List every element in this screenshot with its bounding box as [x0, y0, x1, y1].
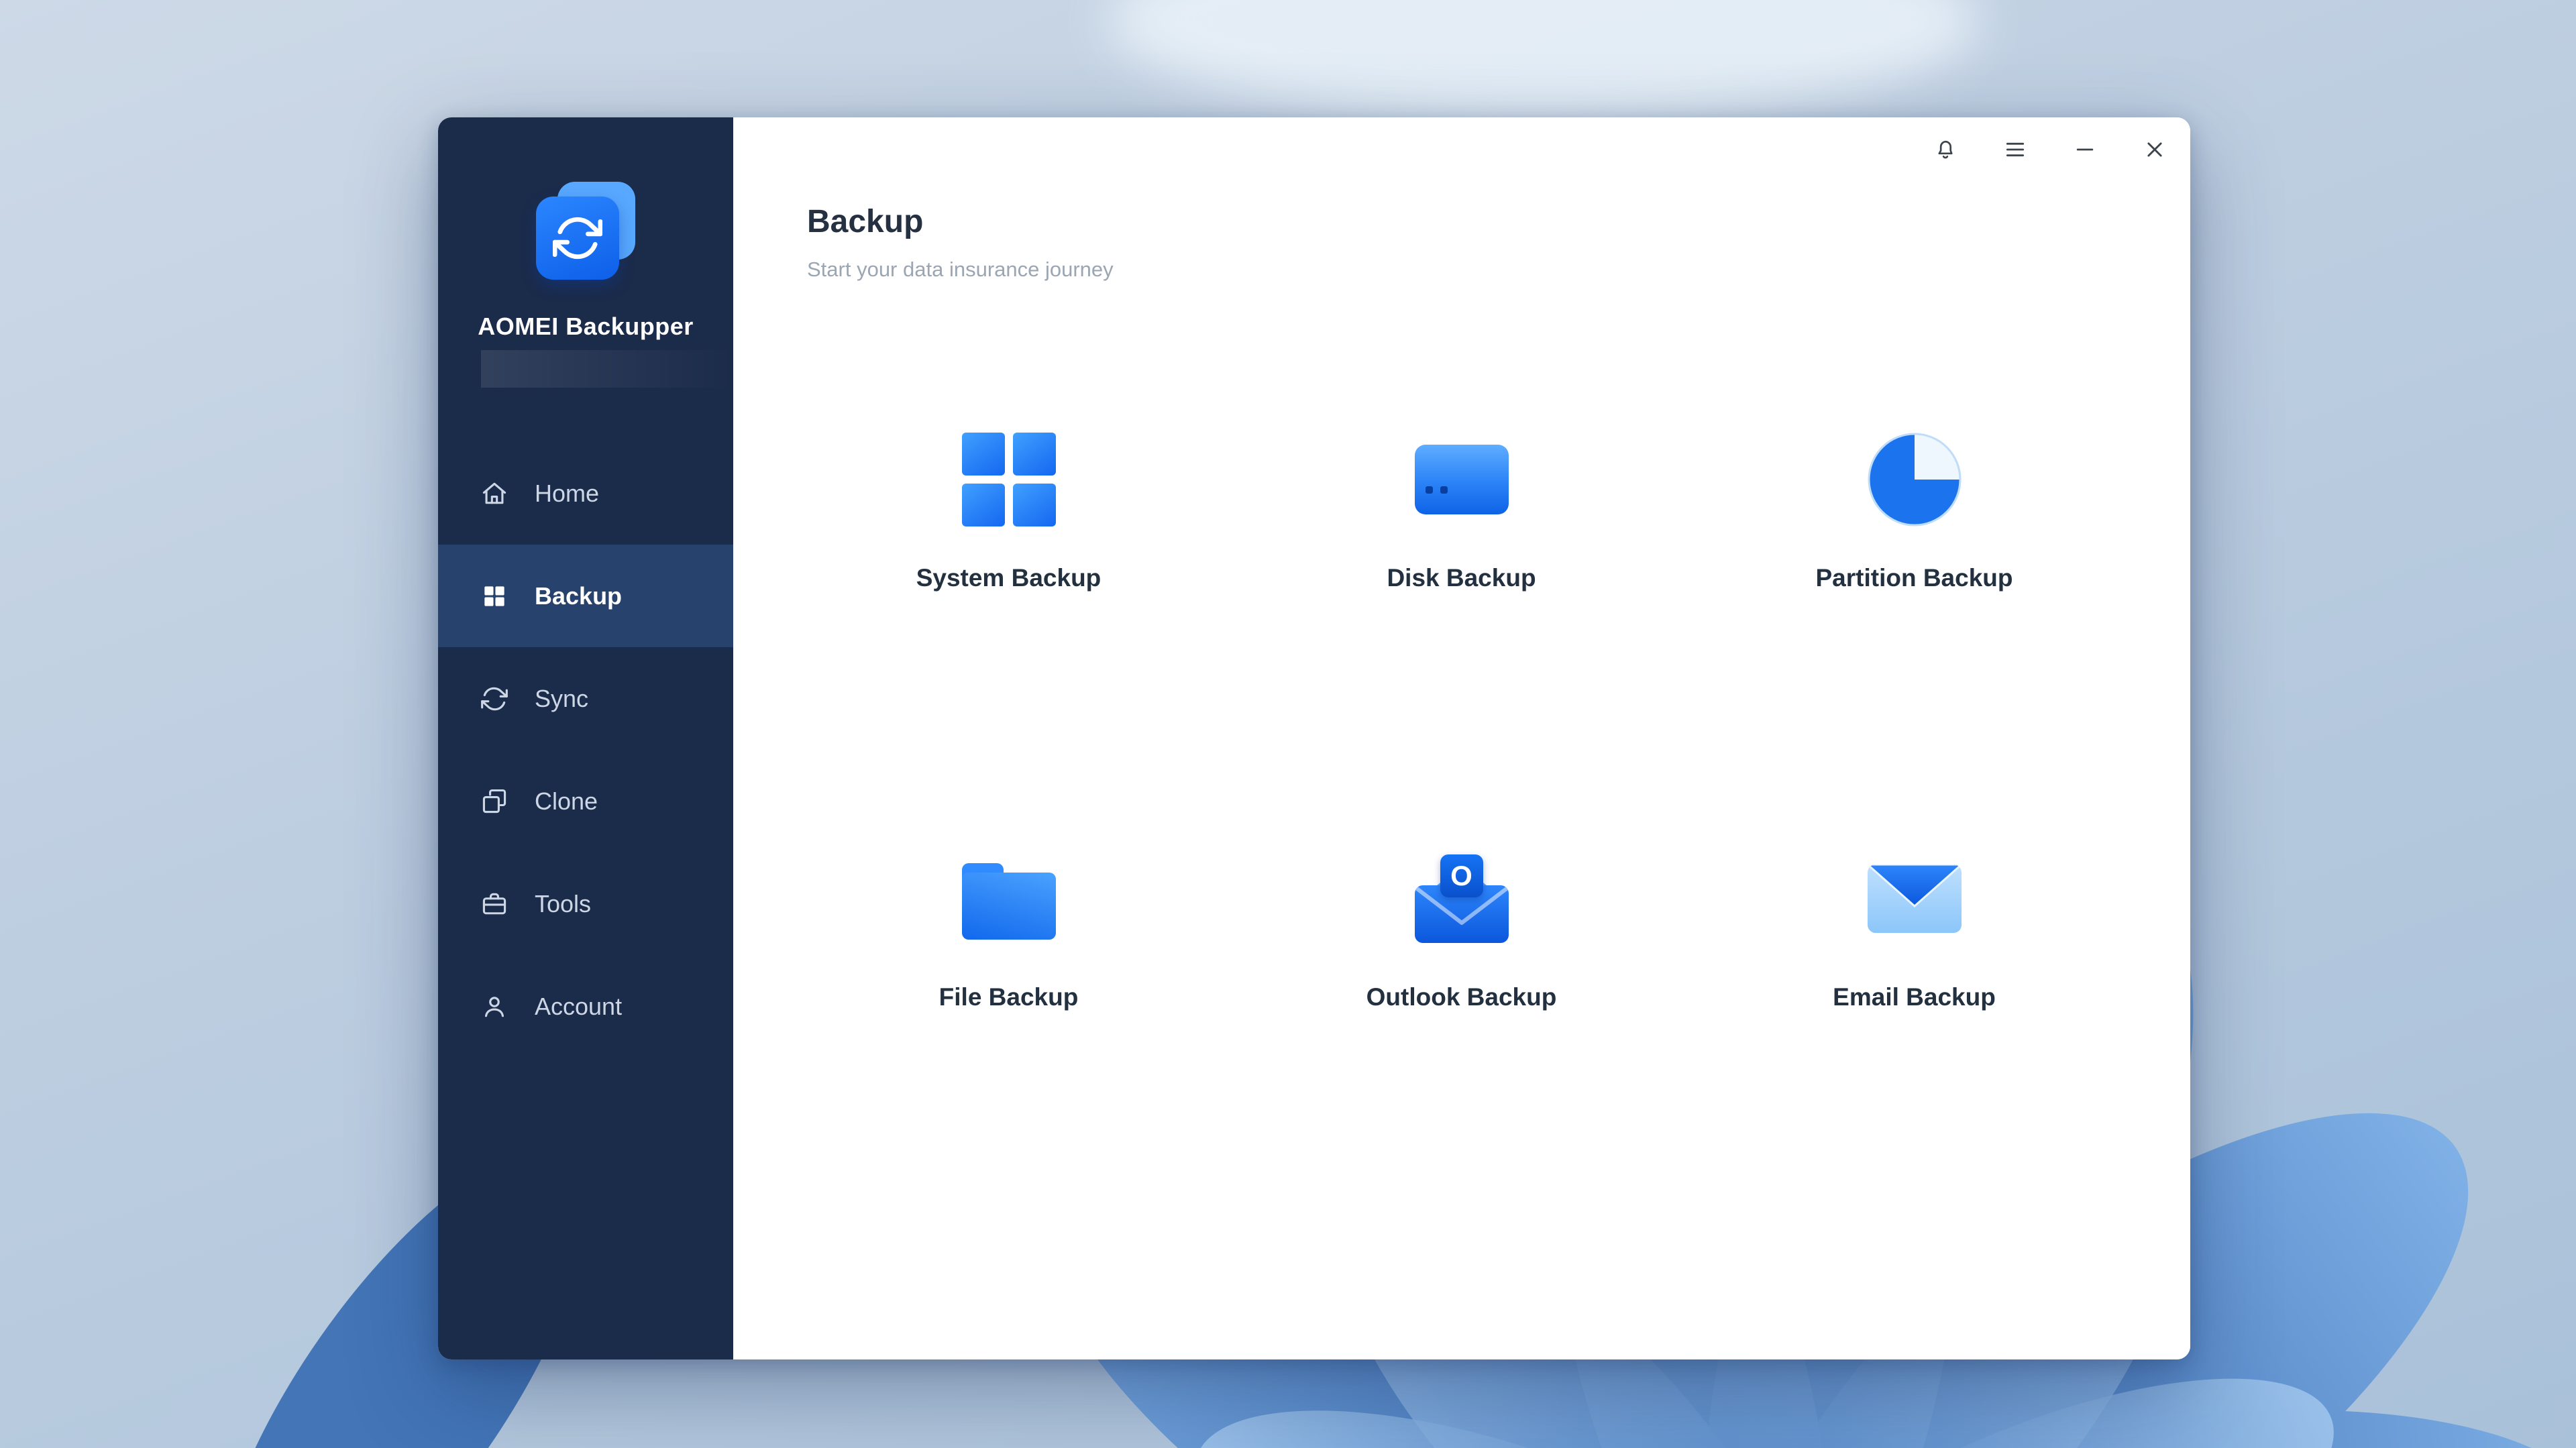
backup-option-email[interactable]: Email Backup [1688, 852, 2141, 1271]
home-icon [480, 479, 509, 508]
email-backup-icon [1867, 852, 1962, 946]
main-content: Backup Start your data insurance journey… [733, 117, 2190, 1359]
sidebar-item-home[interactable]: Home [438, 442, 733, 545]
backup-option-label: Disk Backup [1387, 564, 1536, 592]
minimize-icon [2072, 136, 2098, 166]
account-icon [480, 992, 509, 1021]
sidebar-item-label: Backup [535, 581, 623, 610]
menu-icon [2002, 136, 2029, 166]
sidebar-item-tools[interactable]: Tools [438, 852, 733, 955]
page-header: Backup Start your data insurance journey [807, 203, 1114, 282]
backup-option-label: Outlook Backup [1366, 983, 1557, 1011]
disk-backup-icon [1414, 433, 1509, 526]
tools-icon [480, 889, 509, 919]
desktop: { "app": { "name": "AOMEI Backupper" }, … [0, 0, 2576, 1448]
app-window: AOMEI Backupper Home Backup Sync Clone T… [438, 117, 2190, 1359]
sidebar-nav: Home Backup Sync Clone Tools Account [438, 442, 733, 1058]
sidebar-item-label: Clone [535, 787, 598, 815]
sidebar-item-backup[interactable]: Backup [438, 545, 733, 647]
app-logo [532, 182, 639, 296]
sync-icon [480, 684, 509, 714]
backup-icon [480, 581, 509, 611]
backup-option-label: File Backup [938, 983, 1079, 1011]
notification-bell-icon [1932, 136, 1959, 166]
page-title: Backup [807, 204, 924, 239]
backup-option-label: Email Backup [1833, 983, 1996, 1011]
logo-sync-icon [536, 197, 619, 280]
outlook-backup-icon: O [1414, 852, 1509, 946]
backup-option-label: System Backup [916, 564, 1102, 592]
sidebar-item-label: Sync [535, 684, 589, 712]
backup-option-system[interactable]: System Backup [782, 433, 1235, 852]
logo-highlight [481, 350, 733, 388]
system-backup-icon [961, 433, 1056, 526]
notification-bell-button[interactable] [1930, 135, 1961, 166]
close-button[interactable] [2139, 135, 2170, 166]
backup-option-outlook[interactable]: O Outlook Backup [1235, 852, 1688, 1271]
outlook-letter-badge: O [1440, 854, 1483, 897]
menu-button[interactable] [2000, 135, 2031, 166]
sidebar-item-sync[interactable]: Sync [438, 647, 733, 750]
sidebar-item-account[interactable]: Account [438, 955, 733, 1058]
sidebar: AOMEI Backupper Home Backup Sync Clone T… [438, 117, 733, 1359]
sidebar-item-label: Account [535, 992, 623, 1020]
backup-option-disk[interactable]: Disk Backup [1235, 433, 1688, 852]
file-backup-icon [961, 852, 1056, 946]
backup-option-partition[interactable]: Partition Backup [1688, 433, 2141, 852]
backup-option-file[interactable]: File Backup [782, 852, 1235, 1271]
sidebar-item-clone[interactable]: Clone [438, 750, 733, 852]
page-subtitle: Start your data insurance journey [807, 258, 1114, 281]
backup-option-label: Partition Backup [1815, 564, 2013, 592]
partition-backup-icon [1868, 433, 1962, 526]
minimize-button[interactable] [2070, 135, 2100, 166]
backup-options-grid: System Backup Disk Backup Partition Back… [782, 433, 2141, 1271]
titlebar [1930, 135, 2170, 166]
app-title: AOMEI Backupper [478, 313, 694, 340]
sidebar-item-label: Tools [535, 889, 592, 917]
clone-icon [480, 787, 509, 816]
sidebar-item-label: Home [535, 479, 600, 507]
close-icon [2141, 136, 2168, 166]
